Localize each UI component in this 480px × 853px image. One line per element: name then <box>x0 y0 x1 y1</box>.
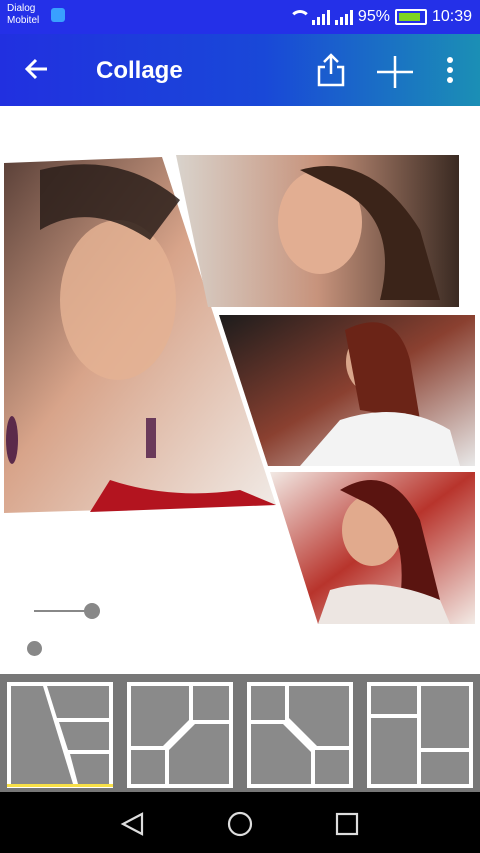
nav-home-icon[interactable] <box>226 810 254 838</box>
battery-icon <box>394 9 427 25</box>
system-nav-bar <box>0 792 480 853</box>
layout-picker <box>0 674 480 792</box>
share-icon[interactable] <box>316 52 346 88</box>
carrier-label: Dialog Mobitel <box>7 3 40 26</box>
border-slider-thumb[interactable] <box>84 603 100 619</box>
collage-photos[interactable] <box>0 150 480 630</box>
layout-option-1[interactable] <box>7 682 113 788</box>
nav-back-icon[interactable] <box>118 811 146 837</box>
wifi-icon <box>287 10 311 24</box>
back-arrow-icon[interactable] <box>22 54 52 84</box>
signal-icon <box>311 9 330 25</box>
layout-option-2[interactable] <box>127 682 233 788</box>
notification-icon <box>51 8 65 22</box>
add-icon[interactable] <box>375 54 415 90</box>
layout-option-3[interactable] <box>247 682 353 788</box>
page-title: Collage <box>96 57 183 84</box>
more-vert-icon[interactable] <box>440 54 460 90</box>
layout-option-4[interactable] <box>367 682 473 788</box>
corner-slider-thumb[interactable] <box>27 641 42 656</box>
signal-icon-2 <box>334 9 353 25</box>
battery-percent: 95% <box>357 8 390 25</box>
app-bar: Collage <box>0 34 480 106</box>
selected-layout-indicator <box>7 784 113 787</box>
nav-recents-icon[interactable] <box>334 811 360 837</box>
clock: 10:39 <box>431 8 472 25</box>
status-bar: Dialog Mobitel 95% 10:39 <box>0 0 480 34</box>
